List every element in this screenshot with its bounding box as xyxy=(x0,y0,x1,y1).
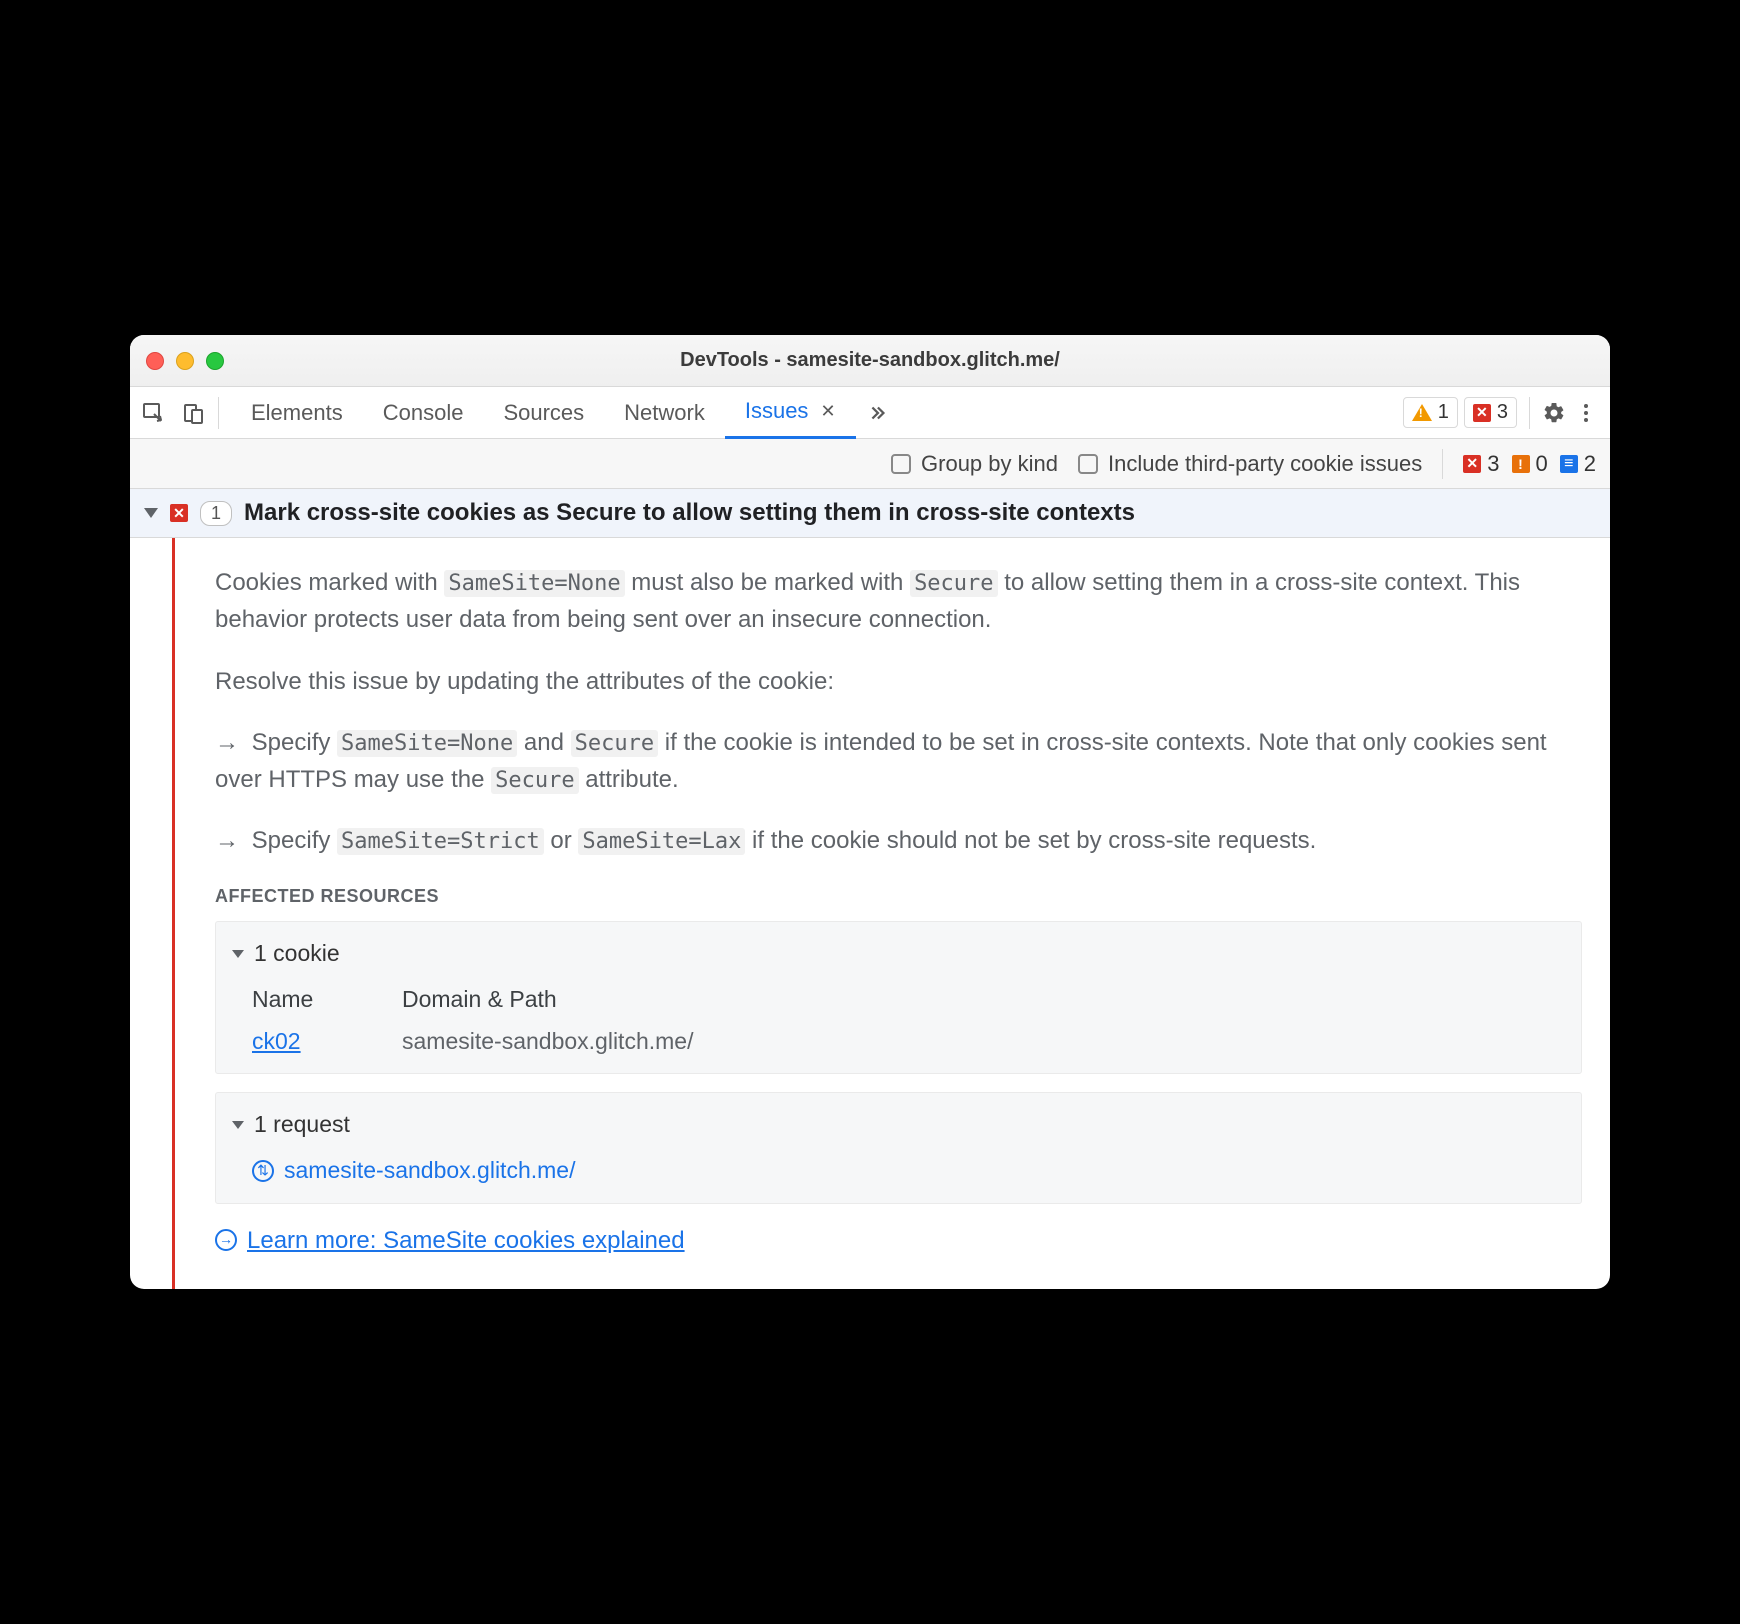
errors-badge[interactable]: ✕ 3 xyxy=(1464,397,1517,428)
counter-value: 3 xyxy=(1487,451,1499,477)
expand-arrow-icon[interactable] xyxy=(144,508,158,518)
issue-bullet: → Specify SameSite=Strict or SameSite=La… xyxy=(215,822,1582,859)
tab-issues[interactable]: Issues ✕ xyxy=(725,387,856,439)
tab-sources[interactable]: Sources xyxy=(483,387,604,439)
network-request-icon: ⇅ xyxy=(252,1160,274,1182)
warnings-badge[interactable]: 1 xyxy=(1403,397,1458,428)
info-icon: ≡ xyxy=(1560,455,1578,473)
window-title: DevTools - samesite-sandbox.glitch.me/ xyxy=(130,349,1610,372)
cookie-name-link[interactable]: ck02 xyxy=(252,1028,301,1054)
group-by-kind-checkbox[interactable]: Group by kind xyxy=(891,451,1058,477)
request-url: samesite-sandbox.glitch.me/ xyxy=(284,1153,575,1189)
arrow-right-icon: → xyxy=(215,724,239,761)
issues-filter-bar: Group by kind Include third-party cookie… xyxy=(130,439,1610,489)
request-row[interactable]: ⇅ samesite-sandbox.glitch.me/ xyxy=(252,1153,1565,1189)
tab-network[interactable]: Network xyxy=(604,387,725,439)
checkbox-icon xyxy=(1078,454,1098,474)
minimize-window-button[interactable] xyxy=(176,352,194,370)
titlebar: DevTools - samesite-sandbox.glitch.me/ xyxy=(130,335,1610,387)
learn-more-link[interactable]: → Learn more: SameSite cookies explained xyxy=(215,1222,1582,1259)
issue-body: Cookies marked with SameSite=None must a… xyxy=(130,538,1610,1288)
code-secure: Secure xyxy=(910,570,997,597)
device-toolbar-icon[interactable] xyxy=(182,401,206,425)
affected-resources-label: AFFECTED RESOURCES xyxy=(215,883,1582,911)
settings-icon[interactable] xyxy=(1542,401,1566,425)
error-icon: ✕ xyxy=(170,504,188,522)
warning-square-icon: ! xyxy=(1512,455,1530,473)
expand-arrow-icon[interactable] xyxy=(232,1121,244,1129)
window-controls xyxy=(146,352,224,370)
affected-cookies-box: 1 cookie Name Domain & Path ck02 samesit… xyxy=(215,921,1582,1074)
maximize-window-button[interactable] xyxy=(206,352,224,370)
tab-label: Elements xyxy=(251,400,343,426)
breaking-changes-counter[interactable]: ! 0 xyxy=(1512,451,1548,477)
main-toolbar: Elements Console Sources Network Issues … xyxy=(130,387,1610,439)
affected-cookies-header[interactable]: 1 cookie xyxy=(232,936,1565,972)
tab-elements[interactable]: Elements xyxy=(231,387,363,439)
code-secure: Secure xyxy=(491,767,578,794)
tab-label: Console xyxy=(383,400,464,426)
checkbox-icon xyxy=(891,454,911,474)
issue-resolution-intro: Resolve this issue by updating the attri… xyxy=(215,663,1582,700)
counter-value: 2 xyxy=(1584,451,1596,477)
issue-bullet: → Specify SameSite=None and Secure if th… xyxy=(215,724,1582,798)
close-window-button[interactable] xyxy=(146,352,164,370)
more-options-icon[interactable] xyxy=(1574,401,1598,425)
page-errors-counter[interactable]: ✕ 3 xyxy=(1463,451,1499,477)
code-samesite-strict: SameSite=Strict xyxy=(337,828,544,855)
close-tab-icon[interactable]: ✕ xyxy=(820,401,835,422)
arrow-right-icon: → xyxy=(215,822,239,859)
tab-console[interactable]: Console xyxy=(363,387,484,439)
column-domain: Domain & Path xyxy=(402,982,1565,1018)
learn-more-text: Learn more: SameSite cookies explained xyxy=(247,1222,685,1259)
affected-requests-header[interactable]: 1 request xyxy=(232,1107,1565,1143)
code-samesite-none: SameSite=None xyxy=(444,570,624,597)
more-tabs-button[interactable] xyxy=(856,387,898,439)
counter-value: 0 xyxy=(1536,451,1548,477)
code-samesite-lax: SameSite=Lax xyxy=(578,828,745,855)
panel-tabs: Elements Console Sources Network Issues … xyxy=(231,387,898,439)
warnings-count: 1 xyxy=(1438,401,1449,424)
cookies-count-label: 1 cookie xyxy=(254,936,340,972)
errors-count: 3 xyxy=(1497,401,1508,424)
toolbar-status-badges: 1 ✕ 3 xyxy=(1403,397,1517,428)
checkbox-label: Group by kind xyxy=(921,451,1058,477)
expand-arrow-icon[interactable] xyxy=(232,950,244,958)
error-icon: ✕ xyxy=(1473,404,1491,422)
tab-label: Network xyxy=(624,400,705,426)
issue-row-header[interactable]: ✕ 1 Mark cross-site cookies as Secure to… xyxy=(130,489,1610,538)
code-secure: Secure xyxy=(571,730,658,757)
cookie-domain-value: samesite-sandbox.glitch.me/ xyxy=(402,1024,1565,1060)
column-name: Name xyxy=(252,982,402,1018)
inspect-element-icon[interactable] xyxy=(142,401,166,425)
issue-title: Mark cross-site cookies as Secure to all… xyxy=(244,499,1135,527)
checkbox-label: Include third-party cookie issues xyxy=(1108,451,1422,477)
code-samesite-none: SameSite=None xyxy=(337,730,517,757)
issue-occurrence-count: 1 xyxy=(200,501,232,526)
tab-label: Issues xyxy=(745,398,809,424)
include-third-party-checkbox[interactable]: Include third-party cookie issues xyxy=(1078,451,1422,477)
open-link-icon: → xyxy=(215,1229,237,1251)
warning-icon xyxy=(1412,404,1432,421)
error-icon: ✕ xyxy=(1463,455,1481,473)
tab-label: Sources xyxy=(503,400,584,426)
devtools-window: DevTools - samesite-sandbox.glitch.me/ E… xyxy=(130,335,1610,1288)
issue-description-paragraph: Cookies marked with SameSite=None must a… xyxy=(215,564,1582,638)
requests-count-label: 1 request xyxy=(254,1107,350,1143)
improvements-counter[interactable]: ≡ 2 xyxy=(1560,451,1596,477)
affected-requests-box: 1 request ⇅ samesite-sandbox.glitch.me/ xyxy=(215,1092,1582,1203)
